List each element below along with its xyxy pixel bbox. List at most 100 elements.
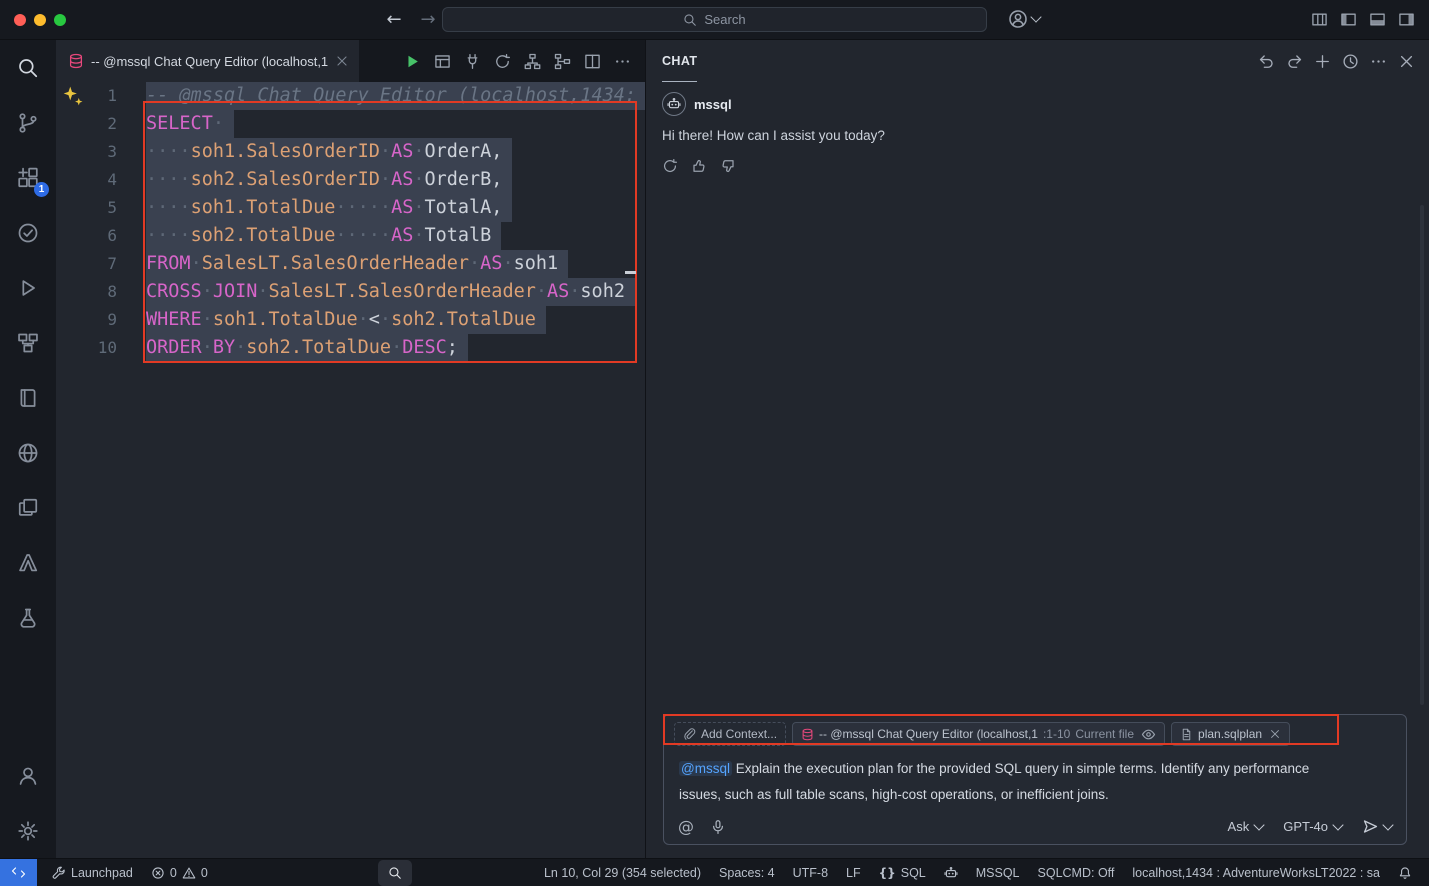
copilot-icon [944,866,958,880]
activity-item-notebook[interactable] [0,370,56,425]
history-icon[interactable] [1342,53,1359,70]
minimize-window-button[interactable] [34,14,46,26]
activity-item-github[interactable] [0,425,56,480]
command-center-search[interactable]: Search [442,7,987,32]
context-row: Add Context... -- @mssql Chat Query Edit… [674,721,1396,747]
add-context-button[interactable]: Add Context... [674,722,786,746]
language-mode-status[interactable]: {}SQL [870,859,935,886]
estimated-plan-icon[interactable] [524,53,541,70]
context-pill-current-file[interactable]: -- @mssql Chat Query Editor (localhost,1… [792,722,1165,746]
chat-input-box[interactable]: Add Context... -- @mssql Chat Query Edit… [663,714,1407,845]
close-icon[interactable] [1398,53,1415,70]
connection-status[interactable]: localhost,1434 : AdventureWorksLT2022 : … [1123,859,1389,886]
activity-item-extensions[interactable]: 1 [0,150,56,205]
more-actions-icon[interactable] [1370,53,1387,70]
line-number: 7 [56,250,146,278]
copilot-status[interactable] [935,859,967,886]
actual-plan-icon[interactable] [554,53,571,70]
back-icon[interactable]: ← [384,10,404,30]
send-icon [1362,818,1379,835]
activity-item-database-projects[interactable] [0,590,56,645]
code-line[interactable]: 2SELECT· [56,110,645,138]
launchpad-icon [52,866,66,880]
code-line[interactable]: 10ORDER·BY·soh2.TotalDue·DESC; [56,334,645,362]
activity-item-run-debug[interactable] [0,260,56,315]
toggle-secondary-sidebar-icon[interactable] [1398,11,1415,28]
chat-input-text[interactable]: @mssql Explain the execution plan for th… [674,747,1332,812]
editor-tab[interactable]: -- @mssql Chat Query Editor (localhost,1 [56,40,359,82]
zoom-window-button[interactable] [54,14,66,26]
close-tab-icon[interactable] [335,54,349,68]
results-grid-icon[interactable] [434,53,451,70]
tab-chat[interactable]: CHAT [662,40,697,82]
activity-item-settings[interactable] [0,803,56,858]
redo-icon[interactable] [1286,53,1303,70]
context-file-badge: Current file [1075,727,1134,741]
microphone-icon[interactable] [710,819,726,835]
code-line[interactable]: 6····soh2.TotalDue·····AS·TotalB [56,222,645,250]
eol-status[interactable]: LF [837,859,870,886]
activity-item-checklist[interactable] [0,205,56,260]
chat-panel: CHAT mssql Hi there! How can I assist yo… [646,40,1429,858]
mssql-status[interactable]: MSSQL [967,859,1029,886]
code-line[interactable]: 3····soh1.SalesOrderID·AS·OrderA, [56,138,645,166]
copilot-sparkle-icon[interactable] [62,85,84,107]
zoom-indicator[interactable] [378,860,412,886]
thumbs-down-icon[interactable] [720,158,736,174]
activity-item-azure[interactable] [0,535,56,590]
new-chat-icon[interactable] [1314,53,1331,70]
cursor-position-status[interactable]: Ln 10, Col 29 (354 selected) [535,859,710,886]
language-label: SQL [901,866,926,880]
azure-icon [17,552,39,574]
mode-dropdown[interactable]: Ask [1228,819,1264,834]
code-line[interactable]: 1-- @mssql Chat Query Editor (localhost,… [56,82,645,110]
layout-columns-icon[interactable] [1311,11,1328,28]
chat-message-header: mssql [662,90,1413,118]
mention-chip[interactable]: @mssql [679,761,732,776]
window-controls [0,14,66,26]
toggle-panel-icon[interactable] [1369,11,1386,28]
activity-item-source-control[interactable] [0,95,56,150]
editor-group: -- @mssql Chat Query Editor (localhost,1… [56,40,646,858]
undo-icon[interactable] [1258,53,1275,70]
context-pill-plan[interactable]: plan.sqlplan [1171,722,1290,746]
split-editor-icon[interactable] [584,53,601,70]
forward-icon[interactable]: → [418,10,438,30]
code-line[interactable]: 8CROSS·JOIN·SalesLT.SalesOrderHeader·AS·… [56,278,645,306]
editor-actions [404,40,645,82]
activity-item-accounts[interactable] [0,748,56,803]
connect-icon[interactable] [464,53,481,70]
toggle-sidebar-icon[interactable] [1340,11,1357,28]
line-number: 6 [56,222,146,250]
code-line[interactable]: 9WHERE·soh1.TotalDue·<·soh2.TotalDue [56,306,645,334]
send-button[interactable] [1362,818,1392,835]
remote-indicator[interactable] [0,859,37,886]
problems-status[interactable]: 0 0 [142,859,217,886]
change-connection-icon[interactable] [494,53,511,70]
model-dropdown[interactable]: GPT-4o [1283,819,1342,834]
run-query-icon[interactable] [404,53,421,70]
code-line[interactable]: 4····soh2.SalesOrderID·AS·OrderB, [56,166,645,194]
more-actions-icon[interactable] [614,53,631,70]
activity-item-search[interactable] [0,40,56,95]
copilot-menu[interactable] [1008,9,1040,29]
activity-item-editor-copy[interactable] [0,480,56,535]
code-line[interactable]: 7FROM·SalesLT.SalesOrderHeader·AS·soh1 [56,250,645,278]
chat-author: mssql [694,97,732,112]
notifications-status[interactable] [1389,859,1421,886]
eye-icon[interactable] [1141,727,1156,742]
activity-item-remote-explorer[interactable] [0,315,56,370]
regenerate-icon[interactable] [662,158,678,174]
code-line[interactable]: 5····soh1.TotalDue·····AS·TotalA, [56,194,645,222]
indentation-status[interactable]: Spaces: 4 [710,859,784,886]
close-window-button[interactable] [14,14,26,26]
sqlcmd-status[interactable]: SQLCMD: Off [1029,859,1124,886]
launchpad-status[interactable]: Launchpad [43,859,142,886]
paperclip-icon [683,728,696,741]
encoding-status[interactable]: UTF-8 [784,859,837,886]
mention-icon[interactable]: @ [678,819,694,835]
code-editor[interactable]: 1-- @mssql Chat Query Editor (localhost,… [56,82,645,858]
thumbs-up-icon[interactable] [691,158,707,174]
scrollbar[interactable] [1420,205,1424,705]
remove-context-icon[interactable] [1269,728,1281,740]
